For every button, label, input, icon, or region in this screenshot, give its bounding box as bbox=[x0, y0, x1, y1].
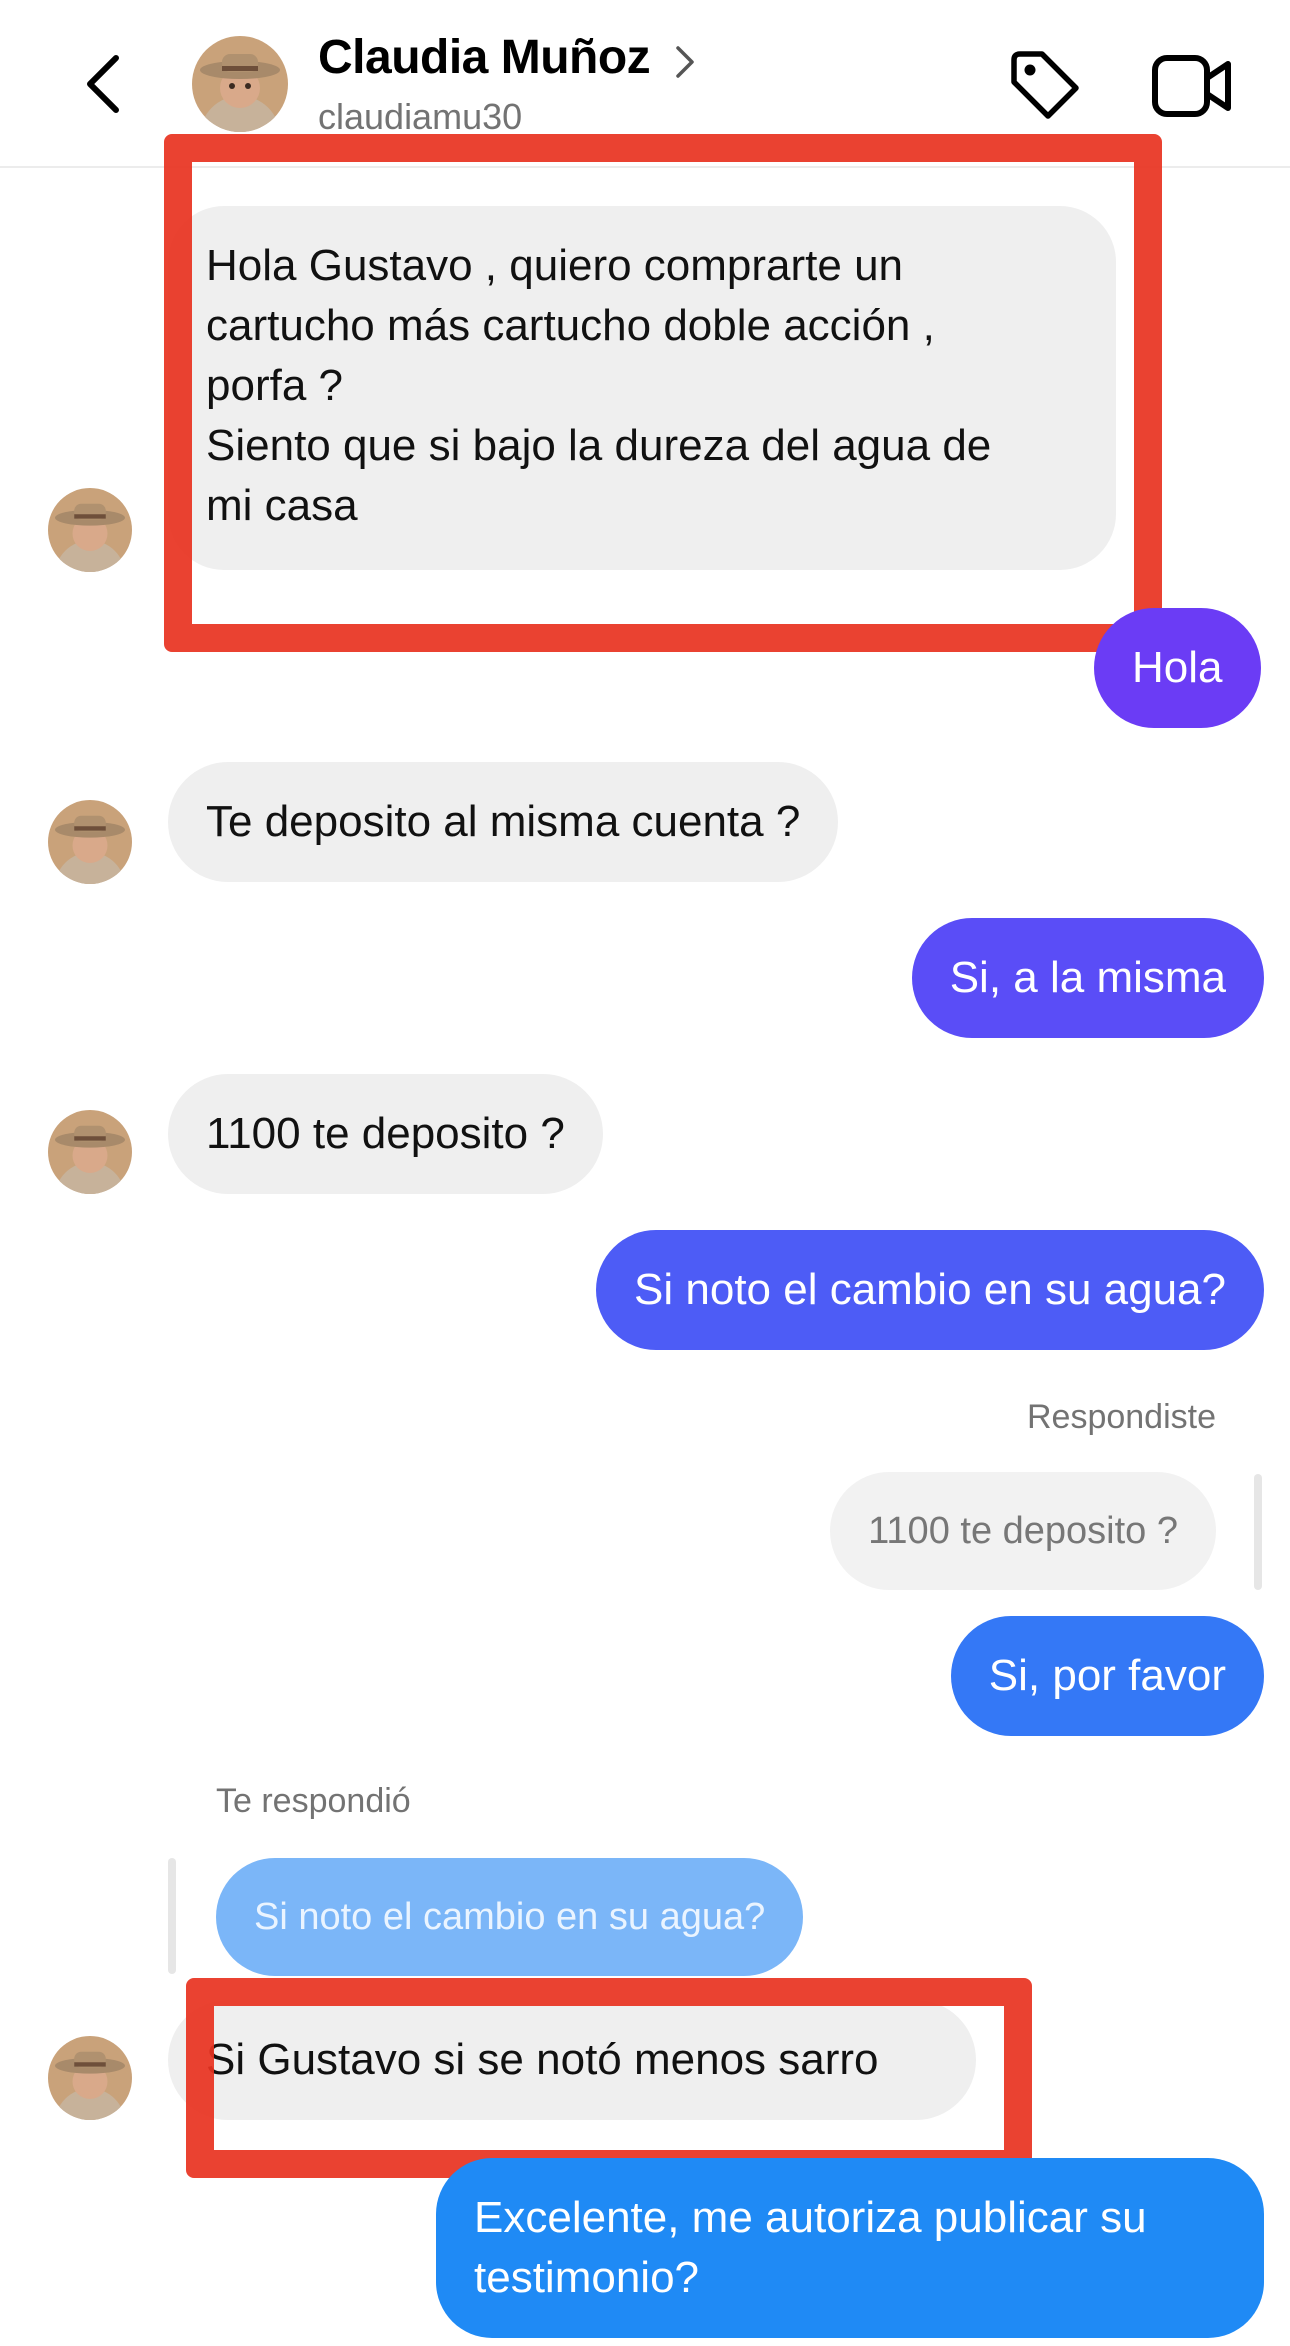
avatar-photo bbox=[48, 1110, 132, 1194]
chat-header: Claudia Muñoz claudiamu30 bbox=[0, 0, 1290, 168]
reply-indicator-bar bbox=[168, 1858, 176, 1974]
outgoing-message-bubble[interactable]: Excelente, me autoriza publicar su testi… bbox=[436, 2158, 1264, 2338]
quoted-text: Si noto el cambio en su agua? bbox=[254, 1896, 766, 1938]
video-call-button[interactable] bbox=[1150, 50, 1234, 122]
quoted-text: 1100 te deposito ? bbox=[868, 1510, 1178, 1552]
message-text-line: cartucho más cartucho doble acción , bbox=[206, 301, 935, 350]
chevron-left-icon bbox=[87, 55, 119, 113]
message-text-line: Excelente, me autoriza publicar su bbox=[474, 2193, 1147, 2242]
incoming-message-bubble[interactable]: 1100 te deposito ? bbox=[168, 1074, 603, 1194]
outgoing-message-bubble[interactable]: Si, por favor bbox=[950, 1616, 1264, 1736]
quoted-message-bubble[interactable]: Si noto el cambio en su agua? bbox=[216, 1858, 804, 1976]
dm-thread-screen: Claudia Muñoz claudiamu30 Hola Gustavo ,… bbox=[0, 0, 1290, 2346]
message-text: Te deposito al misma cuenta ? bbox=[206, 797, 801, 846]
outgoing-message-bubble[interactable]: Si, a la misma bbox=[911, 918, 1264, 1038]
outgoing-message-bubble[interactable]: Hola bbox=[1094, 608, 1261, 728]
message-text-line: Hola Gustavo , quiero comprarte un bbox=[206, 241, 904, 290]
contact-username: claudiamu30 bbox=[318, 96, 523, 137]
sender-avatar[interactable] bbox=[48, 1110, 132, 1194]
message-text-line: Siento que si bajo la dureza del agua de bbox=[206, 421, 992, 470]
reply-label: Respondiste bbox=[1026, 1398, 1216, 1436]
label-button[interactable] bbox=[1004, 44, 1086, 126]
avatar-photo bbox=[48, 488, 132, 572]
sender-avatar[interactable] bbox=[48, 488, 132, 572]
quoted-message-bubble[interactable]: 1100 te deposito ? bbox=[830, 1472, 1216, 1590]
message-text: Si noto el cambio en su agua? bbox=[634, 1265, 1226, 1314]
message-text-line: porfa ? bbox=[206, 361, 343, 410]
tag-icon bbox=[1011, 51, 1079, 119]
incoming-message-bubble[interactable]: Te deposito al misma cuenta ? bbox=[168, 762, 839, 882]
message-text: Hola bbox=[1132, 643, 1223, 692]
chevron-right-icon bbox=[676, 46, 694, 78]
message-text-line: testimonio? bbox=[474, 2253, 700, 2302]
outgoing-message-bubble[interactable]: Si noto el cambio en su agua? bbox=[596, 1230, 1264, 1350]
video-camera-icon bbox=[1152, 55, 1231, 117]
sender-avatar[interactable] bbox=[48, 2036, 132, 2120]
avatar-photo bbox=[48, 800, 132, 884]
message-text-line: mi casa bbox=[206, 481, 358, 530]
contact-name[interactable]: Claudia Muñoz bbox=[318, 30, 651, 85]
message-text: 1100 te deposito ? bbox=[206, 1109, 565, 1158]
message-text: Si, por favor bbox=[988, 1651, 1226, 1700]
back-button[interactable] bbox=[72, 44, 144, 124]
reply-label: Te respondió bbox=[216, 1782, 411, 1820]
message-text: Si, a la misma bbox=[949, 953, 1226, 1002]
avatar-photo bbox=[48, 2036, 132, 2120]
reply-indicator-bar bbox=[1254, 1474, 1262, 1590]
message-text: Si Gustavo si se notó menos sarro bbox=[206, 2035, 879, 2084]
avatar-photo bbox=[192, 36, 288, 132]
contact-avatar[interactable] bbox=[192, 36, 288, 132]
incoming-message-bubble[interactable]: Si Gustavo si se notó menos sarro bbox=[168, 2000, 976, 2120]
sender-avatar[interactable] bbox=[48, 800, 132, 884]
incoming-message-bubble[interactable]: Hola Gustavo , quiero comprarte un cartu… bbox=[168, 206, 1116, 570]
